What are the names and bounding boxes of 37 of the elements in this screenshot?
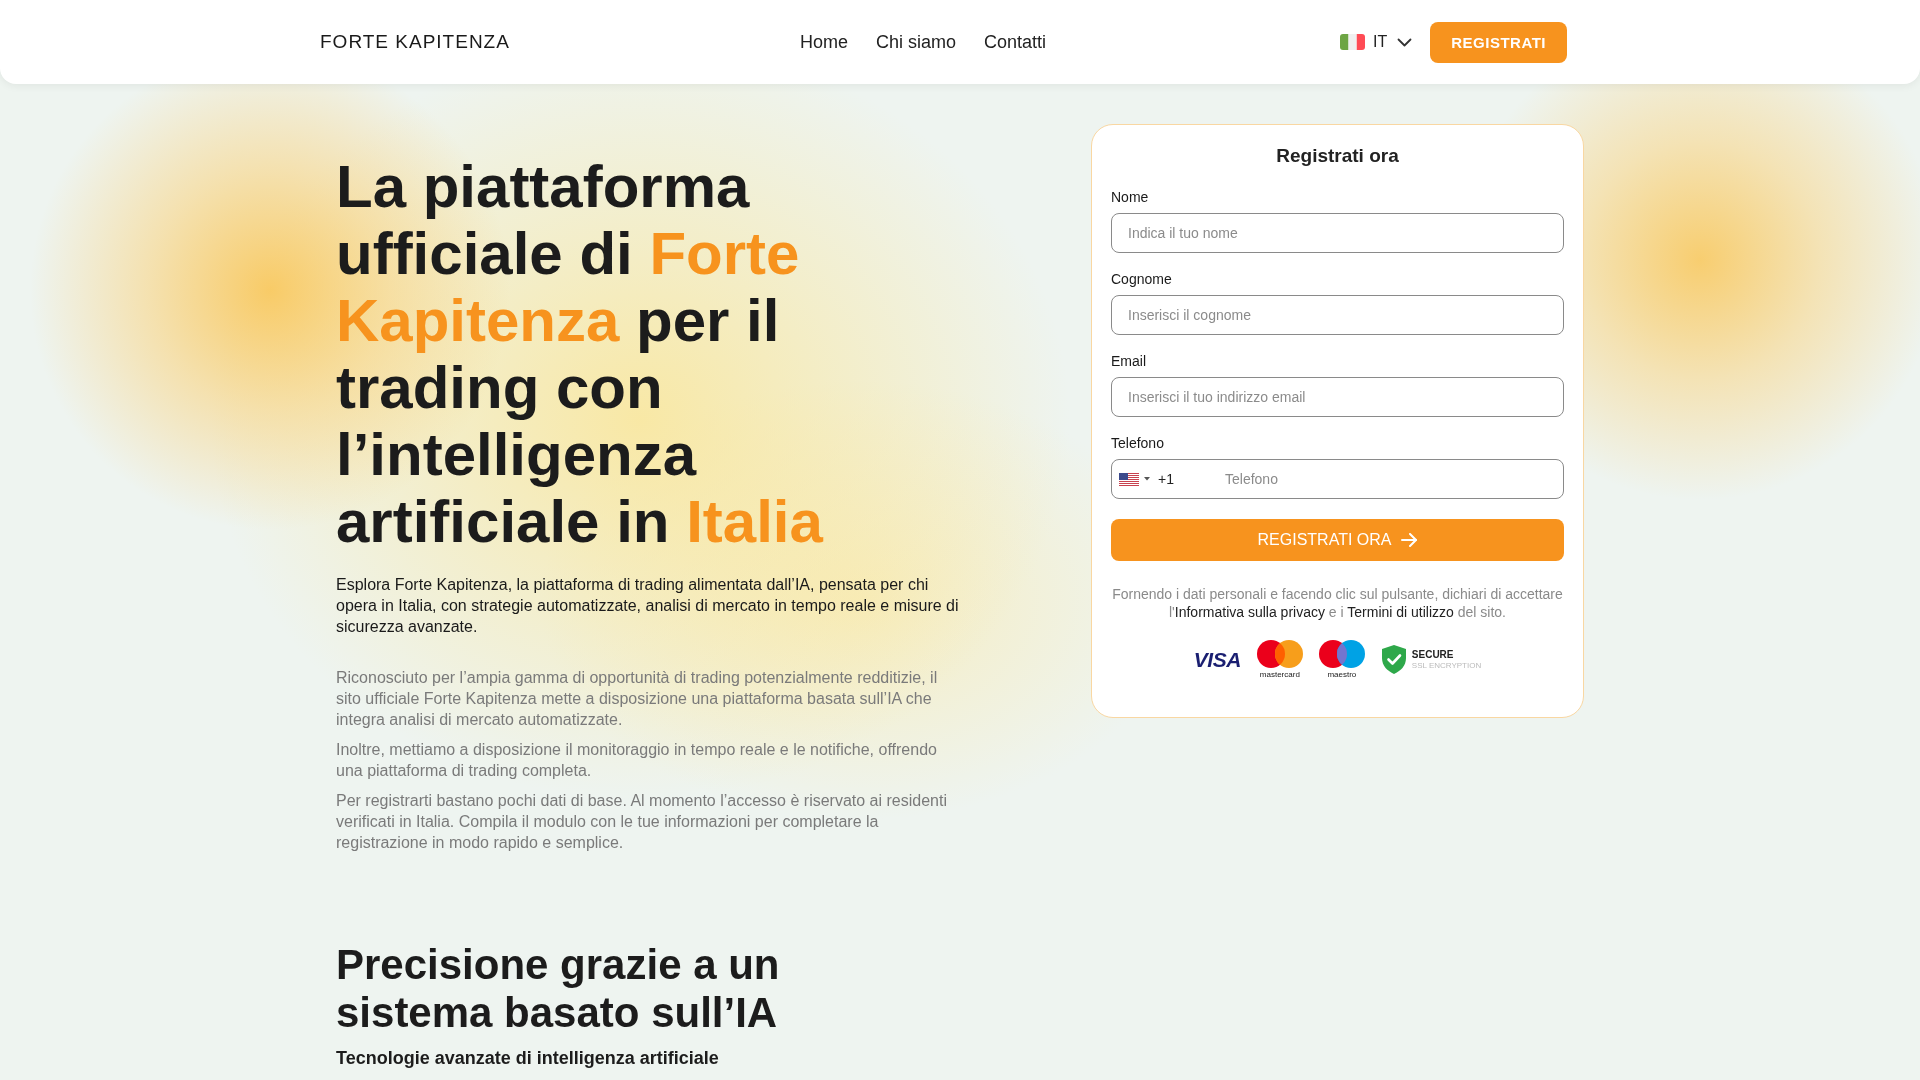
field-label: Email (1111, 353, 1146, 370)
logo-caption: maestro (1327, 670, 1357, 679)
section-heading: Precisione grazie a un sistema basato sull’IA (336, 941, 781, 1037)
country-picker[interactable] (1119, 472, 1150, 486)
logo-caption: mastercard (1259, 670, 1300, 679)
nav-link[interactable]: Contatti (983, 31, 1046, 53)
hero-heading: La piattaforma ufficiale di Forte Kapitenza per il trading con l’intelligenza artificiale in Italia (336, 153, 825, 555)
consent-link[interactable]: Informativa sulla privacy (1174, 604, 1325, 620)
dial-code: +1 (1158, 471, 1174, 487)
field-label: Telefono (1111, 435, 1164, 452)
input-field[interactable]: Inserisci il cognome (1111, 295, 1564, 335)
intro-paragraph: Esplora Forte Kapitenza, la piattaforma di trading alimentata dall’IA, pensata per chi opera in Italia, con strategie automatizzate, analisi di mercato in tempo reale e misure di sicurezza avanzate. (336, 575, 960, 637)
flag-icon (1340, 34, 1366, 50)
site-logo: FORTE KAPITENZA (320, 31, 510, 53)
secure-caption: SSL ENCRYPTION (1411, 660, 1482, 671)
consent-text: Fornendo i dati personali e facendo clic sul pulsante, dichiari di accettare l'Informativa sulla privacy e i Termini di utilizzo del sito. (1111, 585, 1564, 621)
input-field[interactable]: Indica il tuo nome (1111, 213, 1564, 253)
input-field[interactable]: Inserisci il tuo indirizzo email (1111, 377, 1564, 417)
form-title: Registrati ora (1275, 144, 1400, 168)
nav-link[interactable]: Home (799, 31, 848, 53)
field-label: Nome (1111, 189, 1149, 206)
language-selector[interactable]: IT (1340, 33, 1413, 51)
visa-logo-text: VISA (1193, 647, 1241, 672)
caret-icon (1144, 477, 1150, 481)
overlapping-circles-icon (1256, 640, 1303, 668)
section-subheading: Tecnologie avanzate di intelligenza artificiale (336, 1047, 719, 1069)
consent-link[interactable]: Termini di utilizzo (1347, 604, 1454, 620)
nav-link[interactable]: Chi siamo (875, 31, 956, 53)
chevron-down-icon (1397, 37, 1413, 47)
secure-label: SECURE (1411, 648, 1455, 661)
overlapping-circles-icon (1318, 640, 1365, 668)
shield-check-icon (1380, 644, 1407, 675)
body-paragraph: Per registrarti bastano pochi dati di base. Al momento l’accesso è riservato ai residenti verificati in Italia. Compila il modulo con le tue informazioni per completare la registrazione in modo rapido e semplice. (336, 791, 948, 853)
body-paragraph: Riconosciuto per l’ampia gamma di opportunità di trading potenzialmente redditizie, il sito ufficiale Forte Kapitenza mette a disposizione una piattaforma basata sull’IA che integra analisi di mercato automatizzate. (336, 668, 939, 730)
field-label: Cognome (1111, 271, 1172, 288)
arrow-right-icon (1401, 533, 1418, 547)
body-paragraph: Inoltre, mettiamo a disposizione il monitoraggio in tempo reale e le notifiche, offrendo una piattaforma di trading completa. (336, 740, 938, 781)
